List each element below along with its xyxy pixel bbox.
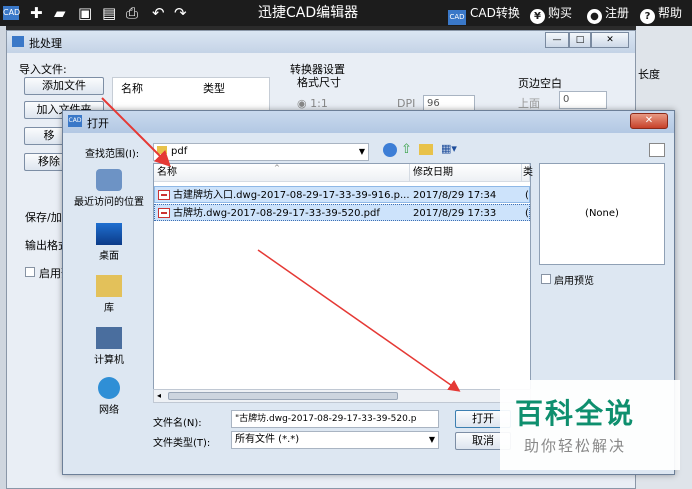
watermark-title: 百科全说 — [515, 397, 636, 430]
watermark: 百科全说 助你轻松解决 — [500, 380, 680, 470]
arrow-to-file-list — [101, 97, 171, 167]
arrow-to-open-button — [257, 249, 461, 392]
watermark-subtitle: 助你轻松解决 — [524, 437, 627, 455]
